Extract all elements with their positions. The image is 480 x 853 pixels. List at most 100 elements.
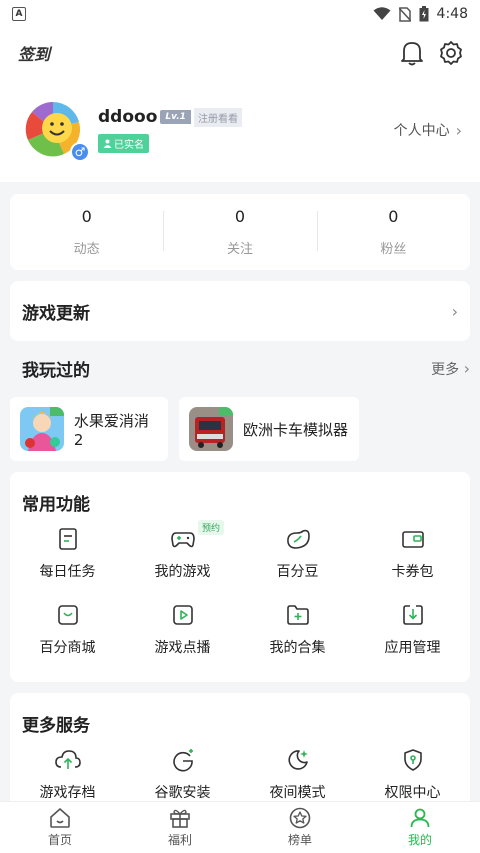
verified-badge: 已实名: [98, 134, 149, 153]
tab-welfare[interactable]: 福利: [120, 802, 240, 853]
night-mode-button[interactable]: 夜间模式: [240, 748, 355, 802]
truck-game-icon: [189, 407, 233, 451]
function-label: 我的游戏: [154, 564, 211, 580]
wifi-icon: [373, 7, 391, 20]
gamepad-icon: [170, 532, 195, 548]
bean-icon: [286, 529, 310, 549]
folder-icon: [286, 605, 309, 625]
stats-card: 0 动态 0 关注 0 粉丝: [10, 194, 470, 270]
game-save-button[interactable]: 游戏存档: [10, 748, 125, 802]
personal-center-link[interactable]: 个人中心 ›: [394, 120, 462, 140]
stat-value: 0: [81, 207, 92, 226]
stat-label: 动态: [73, 242, 100, 257]
played-game-item[interactable]: 水果爱消消2: [10, 397, 168, 461]
function-label: 百分商城: [39, 640, 96, 656]
bottom-tab-bar: 首页 福利 榜单 我的: [0, 801, 480, 853]
reserve-badge: 预约: [198, 520, 225, 535]
gear-icon[interactable]: [438, 40, 464, 66]
service-label: 游戏存档: [39, 785, 96, 801]
function-label: 应用管理: [384, 640, 441, 656]
game-name: 欧洲卡车模拟器: [243, 420, 349, 439]
game-vod-button[interactable]: 游戏点播: [125, 603, 240, 657]
avatar[interactable]: ♂: [24, 100, 90, 162]
google-icon: [172, 749, 193, 772]
tab-label: 首页: [47, 833, 72, 847]
play-icon: [172, 605, 193, 625]
notification-a-icon: A: [12, 7, 26, 21]
my-collection-button[interactable]: 我的合集: [240, 603, 355, 657]
tab-label: 福利: [167, 833, 192, 847]
tab-label: 榜单: [287, 833, 312, 847]
fruit-game-icon: [20, 407, 64, 451]
verified-label: 已实名: [114, 140, 144, 151]
common-title: 常用功能: [22, 495, 90, 515]
stat-label: 关注: [226, 242, 253, 257]
more-link[interactable]: 更多 ›: [431, 359, 470, 379]
download-icon: [402, 605, 423, 625]
person-icon: [103, 139, 112, 148]
app-manage-button[interactable]: 应用管理: [355, 603, 470, 657]
cloud-upload-icon: [54, 750, 81, 769]
shop-icon: [57, 605, 78, 625]
battery-icon: [419, 6, 429, 22]
stat-posts[interactable]: 0 动态: [10, 207, 163, 257]
played-title: 我玩过的: [22, 361, 90, 381]
google-install-button[interactable]: 谷歌安装: [125, 748, 240, 802]
function-label: 百分豆: [276, 564, 319, 580]
tab-mine[interactable]: 我的: [360, 802, 480, 853]
stat-value: 0: [234, 207, 246, 226]
level-text: 注册看看: [193, 107, 242, 127]
star-icon: [289, 807, 311, 829]
stat-value: 0: [388, 207, 399, 226]
personal-center-label: 个人中心: [393, 123, 450, 139]
status-bar: A 4:48: [0, 0, 480, 28]
gender-male-icon: ♂: [70, 142, 90, 162]
played-game-item[interactable]: 欧洲卡车模拟器: [179, 397, 359, 461]
wallet-icon: [401, 531, 424, 548]
tab-ranking[interactable]: 榜单: [240, 802, 360, 853]
function-label: 卡券包: [391, 564, 434, 580]
bell-icon[interactable]: [400, 40, 424, 66]
more-services-title: 更多服务: [22, 716, 90, 736]
stat-followers[interactable]: 0 粉丝: [316, 207, 470, 257]
common-functions-card: 常用功能 每日任务 预约 我的游戏 百分豆 卡券包 百分商城 游戏点播 我的合集…: [10, 472, 470, 682]
moon-icon: [287, 750, 308, 770]
function-label: 我的合集: [269, 640, 326, 656]
task-icon: [58, 528, 77, 550]
tab-home[interactable]: 首页: [0, 802, 120, 853]
gift-icon: [170, 809, 190, 828]
played-games-list: 水果爱消消2 欧洲卡车模拟器: [10, 397, 359, 461]
more-label: 更多: [431, 361, 460, 378]
played-header: 我玩过的 更多 ›: [22, 356, 470, 382]
shield-icon: [403, 749, 422, 771]
function-label: 每日任务: [39, 564, 96, 580]
coupon-wallet-button[interactable]: 卡券包: [355, 527, 470, 581]
chevron-right-icon: ›: [451, 301, 458, 321]
permission-center-button[interactable]: 权限中心: [355, 748, 470, 802]
signin-button[interactable]: 签到: [18, 41, 50, 65]
stat-label: 粉丝: [380, 242, 407, 257]
game-update-title: 游戏更新: [22, 303, 90, 324]
mall-button[interactable]: 百分商城: [10, 603, 125, 657]
no-sim-icon: [398, 6, 411, 22]
chevron-right-icon: ›: [463, 358, 470, 378]
service-label: 权限中心: [384, 785, 441, 801]
service-label: 夜间模式: [269, 785, 326, 801]
clock-time: 4:48: [436, 6, 468, 22]
level-badge: Lv.1: [160, 110, 191, 124]
top-bar: 签到: [0, 28, 480, 78]
username: ddooo: [98, 107, 158, 127]
function-label: 游戏点播: [154, 640, 211, 656]
home-icon: [50, 808, 70, 828]
stat-following[interactable]: 0 关注: [163, 207, 316, 257]
daily-task-button[interactable]: 每日任务: [10, 527, 125, 581]
game-name: 水果爱消消2: [73, 411, 149, 449]
points-bean-button[interactable]: 百分豆: [240, 527, 355, 581]
person-icon: [410, 808, 430, 828]
service-label: 谷歌安装: [154, 785, 211, 801]
profile-section[interactable]: ♂ ddooo Lv.1 注册看看 已实名 个人中心 ›: [0, 78, 480, 182]
game-update-row[interactable]: 游戏更新 ›: [10, 281, 470, 341]
chevron-right-icon: ›: [455, 120, 462, 140]
tab-label: 我的: [407, 833, 432, 847]
my-games-button[interactable]: 预约 我的游戏: [125, 520, 240, 581]
